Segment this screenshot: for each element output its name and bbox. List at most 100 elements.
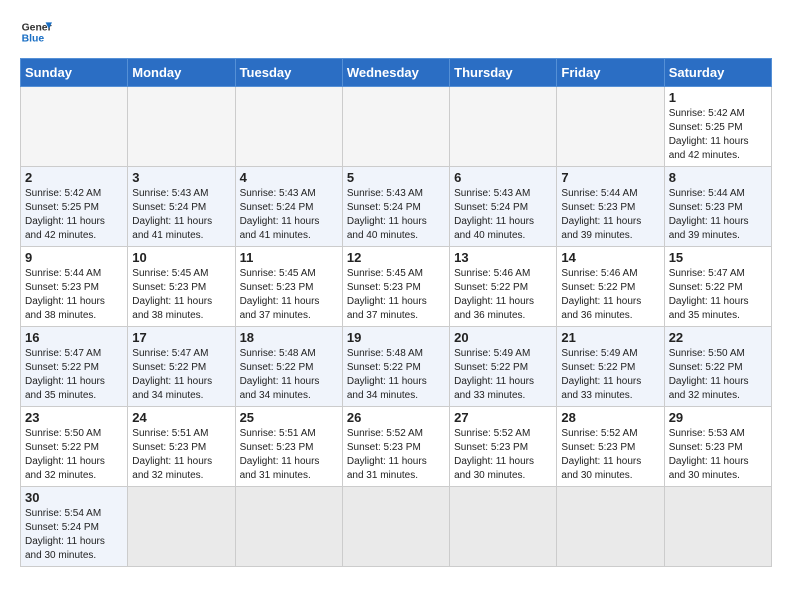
day-number: 27 bbox=[454, 410, 552, 425]
calendar-day-cell: 9 Sunrise: 5:44 AM Sunset: 5:23 PM Daylig… bbox=[21, 247, 128, 327]
day-number: 5 bbox=[347, 170, 445, 185]
day-info: Sunrise: 5:46 AM Sunset: 5:22 PM Dayligh… bbox=[454, 267, 552, 323]
day-number: 3 bbox=[132, 170, 230, 185]
calendar-day-cell: 29Sunrise: 5:53 AM Sunset: 5:23 PM Dayli… bbox=[664, 407, 771, 487]
day-info: Sunrise: 5:45 AM Sunset: 5:23 PM Dayligh… bbox=[132, 267, 230, 323]
day-number: 9 bbox=[25, 250, 123, 265]
calendar-table: SundayMondayTuesdayWednesdayThursdayFrid… bbox=[20, 58, 772, 567]
day-info: Sunrise: 5:42 AM Sunset: 5:25 PM Dayligh… bbox=[669, 107, 767, 163]
calendar-day-cell: 7 Sunrise: 5:44 AM Sunset: 5:23 PM Daylig… bbox=[557, 167, 664, 247]
day-number: 18 bbox=[240, 330, 338, 345]
weekday-header-row: SundayMondayTuesdayWednesdayThursdayFrid… bbox=[21, 59, 772, 87]
day-info: Sunrise: 5:50 AM Sunset: 5:22 PM Dayligh… bbox=[25, 427, 123, 483]
calendar-day-cell bbox=[342, 487, 449, 567]
day-info: Sunrise: 5:47 AM Sunset: 5:22 PM Dayligh… bbox=[25, 347, 123, 403]
calendar-day-cell: 15 Sunrise: 5:47 AM Sunset: 5:22 PM Dayli… bbox=[664, 247, 771, 327]
calendar-day-cell: 16 Sunrise: 5:47 AM Sunset: 5:22 PM Dayli… bbox=[21, 327, 128, 407]
calendar-day-cell: 2 Sunrise: 5:42 AM Sunset: 5:25 PM Daylig… bbox=[21, 167, 128, 247]
weekday-header-friday: Friday bbox=[557, 59, 664, 87]
weekday-header-wednesday: Wednesday bbox=[342, 59, 449, 87]
day-info: Sunrise: 5:53 AM Sunset: 5:23 PM Dayligh… bbox=[669, 427, 767, 483]
day-number: 23 bbox=[25, 410, 123, 425]
calendar-week-row: 23 Sunrise: 5:50 AM Sunset: 5:22 PM Dayli… bbox=[21, 407, 772, 487]
day-info: Sunrise: 5:46 AM Sunset: 5:22 PM Dayligh… bbox=[561, 267, 659, 323]
calendar-week-row: 2 Sunrise: 5:42 AM Sunset: 5:25 PM Daylig… bbox=[21, 167, 772, 247]
calendar-day-cell: 21Sunrise: 5:49 AM Sunset: 5:22 PM Dayli… bbox=[557, 327, 664, 407]
day-info: Sunrise: 5:44 AM Sunset: 5:23 PM Dayligh… bbox=[25, 267, 123, 323]
day-number: 4 bbox=[240, 170, 338, 185]
day-number: 20 bbox=[454, 330, 552, 345]
day-number: 14 bbox=[561, 250, 659, 265]
weekday-header-monday: Monday bbox=[128, 59, 235, 87]
calendar-day-cell bbox=[664, 487, 771, 567]
day-info: Sunrise: 5:52 AM Sunset: 5:23 PM Dayligh… bbox=[561, 427, 659, 483]
day-number: 16 bbox=[25, 330, 123, 345]
day-number: 24 bbox=[132, 410, 230, 425]
calendar-day-cell bbox=[557, 487, 664, 567]
day-number: 8 bbox=[669, 170, 767, 185]
calendar-day-cell bbox=[128, 487, 235, 567]
calendar-day-cell bbox=[128, 87, 235, 167]
day-number: 1 bbox=[669, 90, 767, 105]
calendar-day-cell: 12 Sunrise: 5:45 AM Sunset: 5:23 PM Dayli… bbox=[342, 247, 449, 327]
day-info: Sunrise: 5:49 AM Sunset: 5:22 PM Dayligh… bbox=[561, 347, 659, 403]
day-info: Sunrise: 5:51 AM Sunset: 5:23 PM Dayligh… bbox=[240, 427, 338, 483]
day-info: Sunrise: 5:42 AM Sunset: 5:25 PM Dayligh… bbox=[25, 187, 123, 243]
day-number: 28 bbox=[561, 410, 659, 425]
day-info: Sunrise: 5:47 AM Sunset: 5:22 PM Dayligh… bbox=[669, 267, 767, 323]
day-number: 13 bbox=[454, 250, 552, 265]
calendar-week-row: 30Sunrise: 5:54 AM Sunset: 5:24 PM Dayli… bbox=[21, 487, 772, 567]
header: General Blue bbox=[20, 16, 772, 48]
calendar-day-cell: 3 Sunrise: 5:43 AM Sunset: 5:24 PM Daylig… bbox=[128, 167, 235, 247]
calendar-day-cell: 6Sunrise: 5:43 AM Sunset: 5:24 PM Daylig… bbox=[450, 167, 557, 247]
calendar-day-cell: 8 Sunrise: 5:44 AM Sunset: 5:23 PM Daylig… bbox=[664, 167, 771, 247]
calendar-day-cell: 11 Sunrise: 5:45 AM Sunset: 5:23 PM Dayli… bbox=[235, 247, 342, 327]
day-number: 11 bbox=[240, 250, 338, 265]
day-info: Sunrise: 5:43 AM Sunset: 5:24 PM Dayligh… bbox=[132, 187, 230, 243]
day-info: Sunrise: 5:45 AM Sunset: 5:23 PM Dayligh… bbox=[240, 267, 338, 323]
day-info: Sunrise: 5:52 AM Sunset: 5:23 PM Dayligh… bbox=[347, 427, 445, 483]
day-info: Sunrise: 5:44 AM Sunset: 5:23 PM Dayligh… bbox=[561, 187, 659, 243]
calendar-day-cell: 20 Sunrise: 5:49 AM Sunset: 5:22 PM Dayli… bbox=[450, 327, 557, 407]
calendar-day-cell: 1 Sunrise: 5:42 AM Sunset: 5:25 PM Daylig… bbox=[664, 87, 771, 167]
day-number: 7 bbox=[561, 170, 659, 185]
day-info: Sunrise: 5:44 AM Sunset: 5:23 PM Dayligh… bbox=[669, 187, 767, 243]
calendar-day-cell: 23 Sunrise: 5:50 AM Sunset: 5:22 PM Dayli… bbox=[21, 407, 128, 487]
calendar-week-row: 9 Sunrise: 5:44 AM Sunset: 5:23 PM Daylig… bbox=[21, 247, 772, 327]
day-info: Sunrise: 5:48 AM Sunset: 5:22 PM Dayligh… bbox=[240, 347, 338, 403]
day-info: Sunrise: 5:50 AM Sunset: 5:22 PM Dayligh… bbox=[669, 347, 767, 403]
weekday-header-saturday: Saturday bbox=[664, 59, 771, 87]
day-number: 2 bbox=[25, 170, 123, 185]
day-info: Sunrise: 5:54 AM Sunset: 5:24 PM Dayligh… bbox=[25, 507, 123, 563]
day-number: 26 bbox=[347, 410, 445, 425]
calendar-day-cell: 24 Sunrise: 5:51 AM Sunset: 5:23 PM Dayli… bbox=[128, 407, 235, 487]
weekday-header-thursday: Thursday bbox=[450, 59, 557, 87]
calendar-day-cell: 13 Sunrise: 5:46 AM Sunset: 5:22 PM Dayli… bbox=[450, 247, 557, 327]
calendar-day-cell bbox=[235, 487, 342, 567]
day-info: Sunrise: 5:45 AM Sunset: 5:23 PM Dayligh… bbox=[347, 267, 445, 323]
day-info: Sunrise: 5:43 AM Sunset: 5:24 PM Dayligh… bbox=[454, 187, 552, 243]
calendar-day-cell: 22Sunrise: 5:50 AM Sunset: 5:22 PM Dayli… bbox=[664, 327, 771, 407]
day-info: Sunrise: 5:52 AM Sunset: 5:23 PM Dayligh… bbox=[454, 427, 552, 483]
day-number: 12 bbox=[347, 250, 445, 265]
svg-text:Blue: Blue bbox=[22, 34, 45, 45]
weekday-header-sunday: Sunday bbox=[21, 59, 128, 87]
day-info: Sunrise: 5:49 AM Sunset: 5:22 PM Dayligh… bbox=[454, 347, 552, 403]
calendar-day-cell: 4Sunrise: 5:43 AM Sunset: 5:24 PM Daylig… bbox=[235, 167, 342, 247]
calendar-day-cell: 14 Sunrise: 5:46 AM Sunset: 5:22 PM Dayli… bbox=[557, 247, 664, 327]
calendar-day-cell: 27 Sunrise: 5:52 AM Sunset: 5:23 PM Dayli… bbox=[450, 407, 557, 487]
calendar-day-cell bbox=[21, 87, 128, 167]
calendar-day-cell bbox=[557, 87, 664, 167]
calendar-day-cell bbox=[450, 87, 557, 167]
calendar-day-cell bbox=[235, 87, 342, 167]
calendar-week-row: 16 Sunrise: 5:47 AM Sunset: 5:22 PM Dayli… bbox=[21, 327, 772, 407]
calendar-day-cell bbox=[342, 87, 449, 167]
day-number: 10 bbox=[132, 250, 230, 265]
day-number: 17 bbox=[132, 330, 230, 345]
day-number: 15 bbox=[669, 250, 767, 265]
day-info: Sunrise: 5:51 AM Sunset: 5:23 PM Dayligh… bbox=[132, 427, 230, 483]
calendar-day-cell: 25Sunrise: 5:51 AM Sunset: 5:23 PM Dayli… bbox=[235, 407, 342, 487]
calendar-day-cell: 28 Sunrise: 5:52 AM Sunset: 5:23 PM Dayli… bbox=[557, 407, 664, 487]
day-info: Sunrise: 5:43 AM Sunset: 5:24 PM Dayligh… bbox=[347, 187, 445, 243]
calendar-week-row: 1 Sunrise: 5:42 AM Sunset: 5:25 PM Daylig… bbox=[21, 87, 772, 167]
